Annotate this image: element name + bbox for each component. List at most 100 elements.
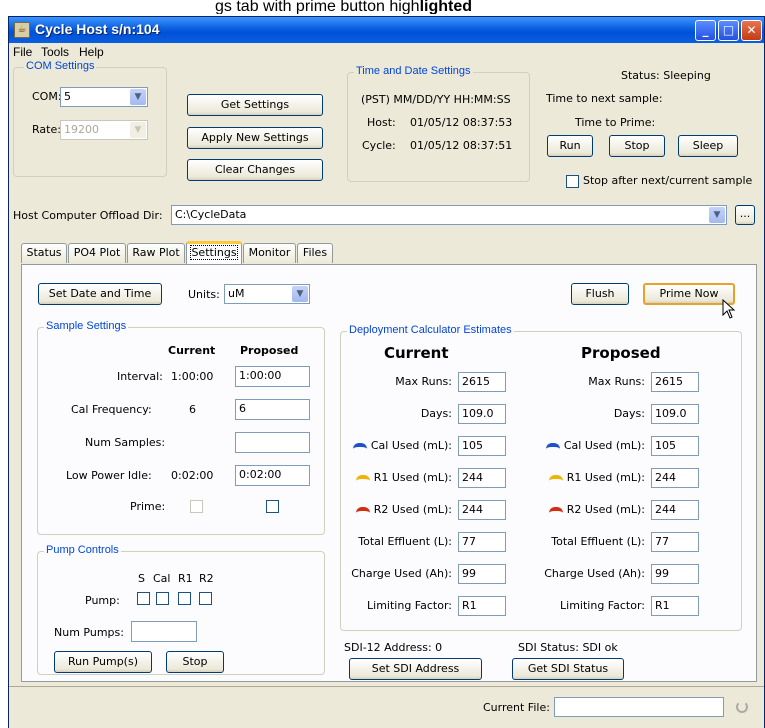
deployment-proposed-value: R1 xyxy=(651,596,699,616)
reagent-bag-icon xyxy=(548,507,563,513)
close-button[interactable]: ✕ xyxy=(741,20,762,41)
deployment-current-value: 99 xyxy=(458,564,506,584)
deployment-row-label: R1 Used (mL): xyxy=(373,471,452,484)
num-samples-label: Num Samples: xyxy=(85,436,166,449)
deployment-row-label: Cal Used (mL): xyxy=(563,439,645,452)
pump-col-r2: R2 xyxy=(199,572,214,585)
deployment-proposed-value: 105 xyxy=(651,436,699,456)
deployment-row-label: Charge Used (Ah): xyxy=(351,567,452,580)
app-icon: ☕ xyxy=(14,22,30,38)
deployment-proposed-value: 244 xyxy=(651,500,699,520)
deployment-current-label: Limiting Factor: xyxy=(367,599,452,612)
num-pumps-input[interactable] xyxy=(131,621,197,642)
num-samples-input[interactable] xyxy=(235,432,310,453)
get-settings-button[interactable]: Get Settings xyxy=(187,94,323,116)
menu-bar: File Tools Help xyxy=(9,43,764,61)
tab-monitor[interactable]: Monitor xyxy=(243,243,296,263)
interval-input[interactable]: 1:00:00 xyxy=(235,366,310,387)
set-date-time-button[interactable]: Set Date and Time xyxy=(38,283,162,305)
deployment-proposed-value: 99 xyxy=(651,564,699,584)
tab-po4-plot[interactable]: PO4 Plot xyxy=(68,243,126,263)
sample-settings-group: Sample Settings Current Proposed Interva… xyxy=(37,320,325,535)
chevron-down-icon[interactable]: ▼ xyxy=(292,286,308,302)
time-format-label: (PST) MM/DD/YY HH:MM:SS xyxy=(361,93,511,106)
deployment-current-label: Max Runs: xyxy=(395,375,452,388)
pump-cal-checkbox[interactable] xyxy=(156,592,169,605)
flush-button[interactable]: Flush xyxy=(571,283,629,305)
menu-help[interactable]: Help xyxy=(79,45,104,59)
deployment-row-label: R2 Used (mL): xyxy=(566,503,645,516)
pump-r1-checkbox[interactable] xyxy=(178,592,191,605)
cal-frequency-input[interactable]: 6 xyxy=(235,399,310,420)
cycle-time-value: 01/05/12 08:37:51 xyxy=(410,139,513,152)
tab-settings[interactable]: Settings xyxy=(186,241,242,264)
menu-tools[interactable]: Tools xyxy=(41,45,69,59)
pump-s-checkbox[interactable] xyxy=(137,592,150,605)
deployment-current-label: Cal Used (mL): xyxy=(352,439,452,452)
window-title: Cycle Host s/n:104 xyxy=(35,21,160,37)
deployment-row-label: Limiting Factor: xyxy=(560,599,645,612)
chevron-down-icon[interactable]: ▼ xyxy=(130,89,146,105)
chevron-down-icon: ▼ xyxy=(130,122,146,138)
prime-current-checkbox xyxy=(190,500,203,513)
cal-frequency-label: Cal Frequency: xyxy=(71,403,152,416)
chevron-down-icon[interactable]: ▼ xyxy=(709,207,725,223)
deployment-proposed-label: Limiting Factor: xyxy=(560,599,645,612)
tab-raw-plot[interactable]: Raw Plot xyxy=(127,243,185,263)
settings-panel: Set Date and Time Units: uM ▼ Flush Prim… xyxy=(21,264,757,682)
stop-after-sample-checkbox[interactable] xyxy=(566,175,579,188)
deployment-current-label: R1 Used (mL): xyxy=(355,471,452,484)
num-pumps-label: Num Pumps: xyxy=(54,626,124,639)
low-power-idle-input[interactable]: 0:02:00 xyxy=(235,465,310,486)
run-button[interactable]: Run xyxy=(547,135,593,157)
menu-file[interactable]: File xyxy=(13,45,32,59)
deployment-current-title: Current xyxy=(384,344,449,362)
browse-button[interactable]: ... xyxy=(735,205,755,225)
interval-current: 1:00:00 xyxy=(171,370,214,383)
deployment-current-label: Total Effluent (L): xyxy=(358,535,452,548)
deployment-row-label: Cal Used (mL): xyxy=(370,439,452,452)
deployment-row-label: Days: xyxy=(613,407,645,420)
pump-controls-legend: Pump Controls xyxy=(44,544,121,556)
stop-button[interactable]: Stop xyxy=(609,135,665,157)
reagent-bag-icon xyxy=(548,475,563,481)
clear-changes-button[interactable]: Clear Changes xyxy=(187,159,323,181)
deployment-current-value: 244 xyxy=(458,468,506,488)
deployment-current-label: Charge Used (Ah): xyxy=(351,567,452,580)
reagent-bag-icon xyxy=(355,507,370,513)
deployment-row-label: Max Runs: xyxy=(588,375,645,388)
time-to-prime-label: Time to Prime: xyxy=(575,116,656,129)
deployment-proposed-value: 109.0 xyxy=(651,404,699,424)
units-select[interactable]: uM ▼ xyxy=(224,284,310,304)
apply-new-settings-button[interactable]: Apply New Settings xyxy=(187,127,323,149)
deployment-proposed-label: Max Runs: xyxy=(588,375,645,388)
title-bar[interactable]: ☕ Cycle Host s/n:104 _ □ ✕ xyxy=(9,17,764,43)
deployment-current-label: Days: xyxy=(421,407,452,420)
status-bar: Current File: xyxy=(9,686,764,728)
deployment-legend: Deployment Calculator Estimates xyxy=(347,324,514,336)
com-select[interactable]: 5 ▼ xyxy=(60,87,148,107)
tab-status[interactable]: Status xyxy=(21,243,67,263)
figure-caption: gs tab with prime button highlighted xyxy=(215,0,472,14)
deployment-row-label: Days: xyxy=(420,407,452,420)
set-sdi-address-button[interactable]: Set SDI Address xyxy=(349,658,482,680)
current-file-field xyxy=(554,697,724,717)
deployment-row-label: R2 Used (mL): xyxy=(373,503,452,516)
busy-spinner-icon xyxy=(736,701,748,713)
minimize-button[interactable]: _ xyxy=(695,20,716,41)
deployment-proposed-label: Cal Used (mL): xyxy=(545,439,645,452)
pump-col-r1: R1 xyxy=(178,572,193,585)
pump-stop-button[interactable]: Stop xyxy=(166,651,224,673)
tab-files[interactable]: Files xyxy=(297,243,333,263)
status-text: Status: Sleeping xyxy=(621,69,711,82)
maximize-button[interactable]: □ xyxy=(718,20,739,41)
prime-proposed-checkbox[interactable] xyxy=(266,500,279,513)
sleep-button[interactable]: Sleep xyxy=(678,135,738,157)
pump-r2-checkbox[interactable] xyxy=(199,592,212,605)
interval-label: Interval: xyxy=(117,370,163,383)
offload-dir-combo[interactable]: C:\CycleData ▼ xyxy=(171,205,727,225)
deployment-current-label: R2 Used (mL): xyxy=(355,503,452,516)
get-sdi-status-button[interactable]: Get SDI Status xyxy=(512,658,624,680)
run-pumps-button[interactable]: Run Pump(s) xyxy=(54,651,152,673)
host-time-label: Host: xyxy=(367,116,396,129)
